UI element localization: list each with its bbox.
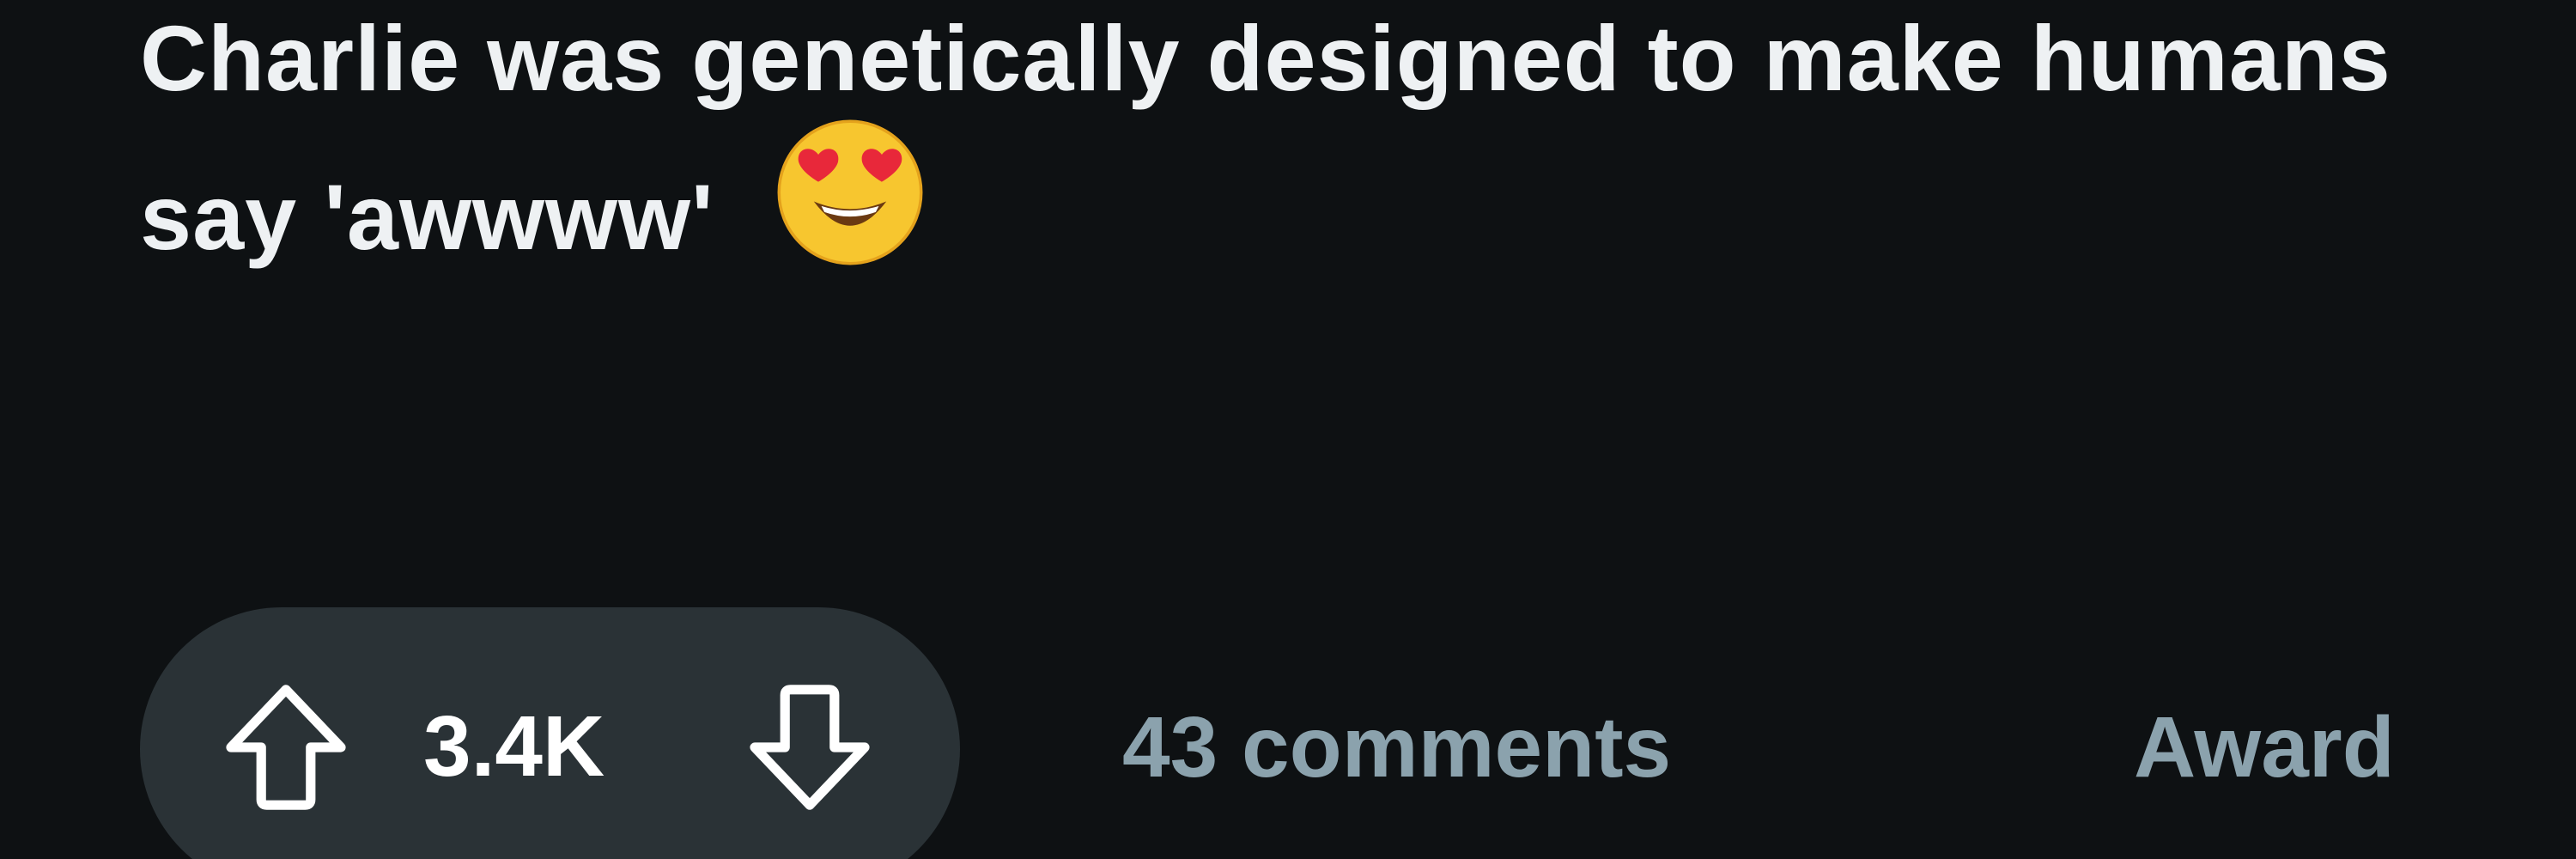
downvote-icon[interactable] (741, 679, 878, 816)
post-title-text: Charlie was genetically designed to make… (140, 6, 2391, 269)
award-button[interactable]: Award (2134, 700, 2395, 795)
vote-bar: 3.4K (140, 607, 960, 859)
post-card: Charlie was genetically designed to make… (0, 0, 2576, 859)
upvote-icon[interactable] (217, 679, 355, 816)
vote-score: 3.4K (423, 698, 605, 795)
post-title[interactable]: Charlie was genetically designed to make… (140, 0, 2458, 276)
comments-button[interactable]: 43 comments (1122, 700, 1671, 795)
smiling-face-with-heart-eyes-icon (777, 119, 923, 265)
